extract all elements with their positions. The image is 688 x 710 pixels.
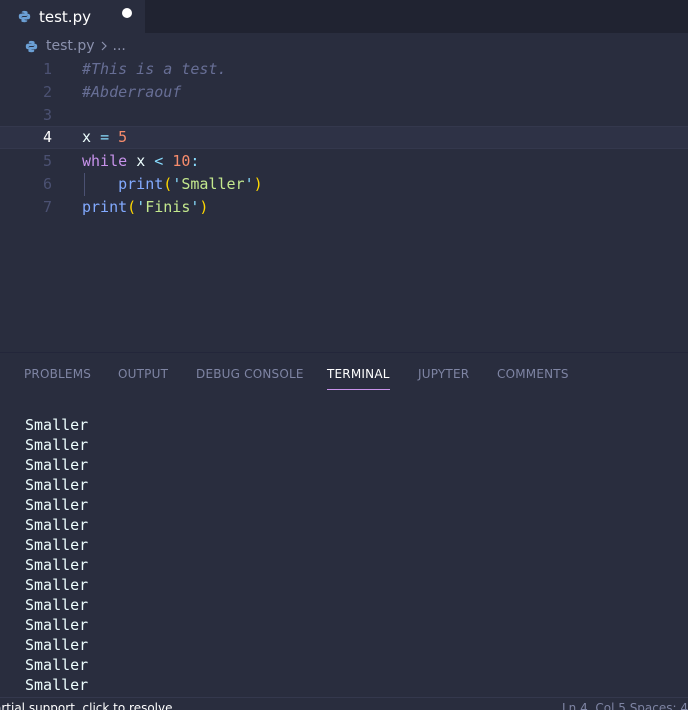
active-tab-indicator (327, 389, 390, 390)
code-line: 3 (0, 104, 688, 127)
code-line: 5 while x < 10: (0, 150, 688, 173)
line-number: 3 (42, 106, 52, 124)
chevron-right-icon (101, 41, 107, 51)
code-line: 7 print('Finis') (0, 196, 688, 219)
breadcrumb: test.py ... (0, 35, 126, 57)
editor-tab-bar: test.py (0, 0, 688, 33)
tab-jupyter[interactable]: JUPYTER (418, 367, 469, 381)
python-icon (18, 10, 31, 23)
code-text: print('Smaller') (118, 175, 263, 193)
terminal-line: Smaller (25, 556, 89, 574)
breadcrumb-more[interactable]: ... (113, 38, 126, 54)
code-editor[interactable]: 1 #This is a test. 2 #Abderraouf 3 4 x =… (0, 58, 688, 350)
tab-output[interactable]: OUTPUT (118, 367, 168, 381)
line-number: 1 (42, 60, 52, 78)
status-cursor-position[interactable]: Ln 4, Col 5 Spaces: 4 (562, 701, 688, 710)
unsaved-dot-icon[interactable] (122, 8, 132, 18)
line-number: 5 (42, 152, 52, 170)
tab-debug-console[interactable]: DEBUG CONSOLE (196, 367, 304, 381)
terminal-line: Smaller (25, 416, 89, 434)
line-number: 4 (42, 128, 52, 146)
terminal-line: Smaller (25, 496, 89, 514)
terminal-line: Smaller (25, 436, 89, 454)
terminal-line: Smaller (25, 456, 89, 474)
terminal-line: Smaller (25, 636, 89, 654)
terminal-line: Smaller (25, 676, 89, 694)
code-text: x = 5 (82, 128, 128, 146)
status-partial-support[interactable]: artial support, click to resolve (0, 701, 172, 710)
code-line: 2 #Abderraouf (0, 81, 688, 104)
tab-terminal[interactable]: TERMINAL (327, 367, 390, 381)
bottom-panel: PROBLEMS OUTPUT DEBUG CONSOLE TERMINAL J… (0, 352, 688, 697)
line-number: 6 (42, 175, 52, 193)
terminal-line: Smaller (25, 476, 89, 494)
line-number: 7 (42, 198, 52, 216)
terminal-line: Smaller (25, 616, 89, 634)
code-line: 6 print('Smaller') (0, 173, 688, 196)
terminal-line: Smaller (25, 656, 89, 674)
code-text: #Abderraouf (82, 83, 182, 101)
terminal-line: Smaller (25, 576, 89, 594)
tab-test-py[interactable]: test.py (0, 0, 145, 33)
line-number: 2 (42, 83, 52, 101)
tab-label: test.py (39, 7, 91, 26)
terminal-line: Smaller (25, 596, 89, 614)
breadcrumb-file[interactable]: test.py (46, 38, 95, 54)
status-bar: artial support, click to resolve Ln 4, C… (0, 697, 688, 710)
indent-guide (84, 173, 85, 196)
code-text: #This is a test. (82, 60, 227, 78)
code-text: print('Finis') (82, 198, 209, 216)
tab-comments[interactable]: COMMENTS (497, 367, 569, 381)
code-line: 1 #This is a test. (0, 58, 688, 81)
terminal-line: Smaller (25, 516, 89, 534)
python-icon (25, 40, 38, 52)
code-text: while x < 10: (82, 152, 200, 170)
code-line-current: 4 x = 5 (0, 126, 688, 149)
tab-problems[interactable]: PROBLEMS (24, 367, 91, 381)
terminal-line: Smaller (25, 536, 89, 554)
terminal-output[interactable]: Smaller Smaller Smaller Smaller Smaller … (25, 415, 88, 695)
